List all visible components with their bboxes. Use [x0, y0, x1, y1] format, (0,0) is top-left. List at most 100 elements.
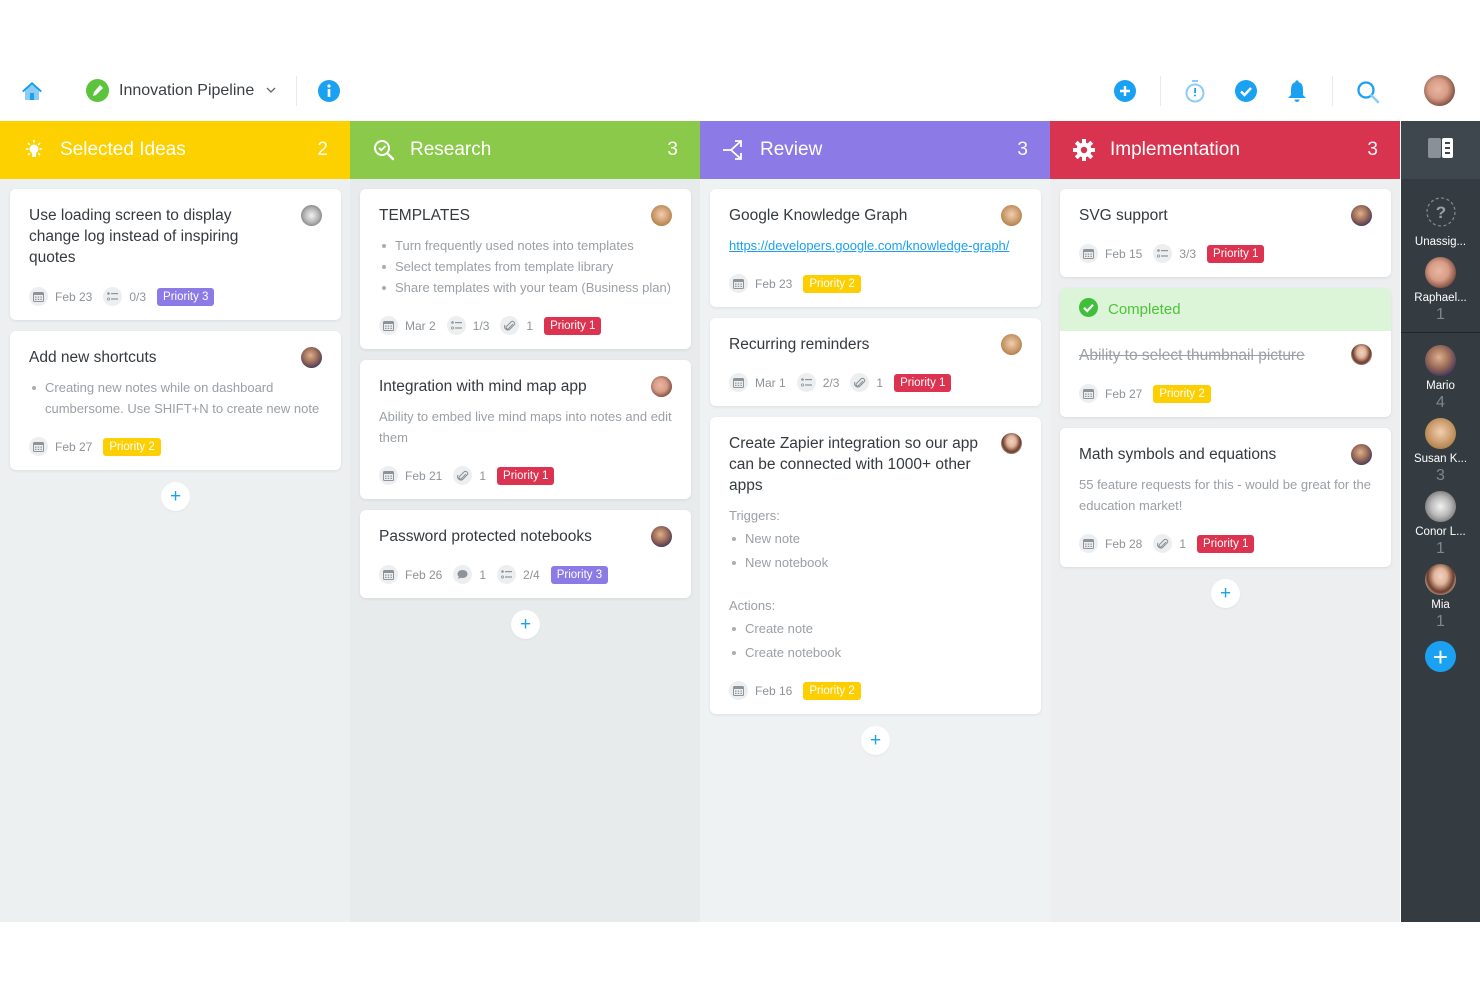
assignee-avatar[interactable] — [651, 376, 672, 397]
assignee-avatar[interactable] — [1001, 334, 1022, 355]
assignee-avatar[interactable] — [1351, 344, 1372, 365]
card[interactable]: Create Zapier integration so our app can… — [710, 417, 1041, 714]
assignee-avatar[interactable] — [301, 205, 322, 226]
member-mario[interactable]: Mario 4 — [1401, 345, 1480, 412]
checklist-icon — [796, 373, 816, 392]
check-icon[interactable] — [1235, 80, 1257, 102]
card[interactable]: Integration with mind map app Ability to… — [360, 360, 691, 499]
card-title: Password protected notebooks — [379, 528, 592, 545]
attachment-icon — [850, 373, 870, 392]
add-card-button[interactable]: + — [511, 610, 540, 639]
checklist-progress: 2/3 — [822, 375, 840, 390]
column-title: Implementation — [1110, 139, 1240, 160]
attachment-count: 1 — [1179, 536, 1187, 551]
add-icon[interactable] — [1114, 80, 1136, 102]
priority-badge: Priority 2 — [1153, 384, 1211, 403]
column-header[interactable]: Review 3 — [700, 121, 1050, 179]
assignee-avatar[interactable] — [1351, 205, 1372, 226]
merge-arrows-icon — [722, 138, 746, 162]
member-name: Susan K... — [1413, 453, 1468, 465]
checklist-icon — [103, 287, 123, 306]
card-bullet: Create note — [729, 618, 1022, 639]
toggle-sidebar-button[interactable] — [1401, 121, 1480, 179]
home-icon[interactable] — [20, 80, 43, 102]
member-conor[interactable]: Conor L... 1 — [1401, 491, 1480, 558]
completed-label: Completed — [1108, 301, 1181, 318]
column-header[interactable]: Selected Ideas 2 — [0, 121, 350, 179]
timer-icon[interactable] — [1184, 79, 1206, 103]
column-title: Selected Ideas — [60, 139, 186, 160]
priority-badge: Priority 1 — [544, 316, 602, 335]
user-avatar[interactable] — [1424, 75, 1455, 106]
member-name: Conor L... — [1415, 526, 1466, 538]
card-link[interactable]: https://developers.google.com/knowledge-… — [729, 238, 1009, 253]
bell-icon[interactable] — [1286, 79, 1308, 103]
attachment-icon — [1153, 534, 1173, 553]
column-title: Research — [410, 139, 492, 160]
card-completed[interactable]: Completed Ability to select thumbnail pi… — [1060, 288, 1391, 417]
column-count: 3 — [1367, 139, 1378, 160]
card[interactable]: Google Knowledge Graph https://developer… — [710, 189, 1041, 307]
assignee-avatar[interactable] — [651, 526, 672, 547]
due-date: Feb 16 — [755, 683, 793, 698]
card-title: Add new shortcuts — [29, 349, 157, 366]
info-icon[interactable] — [318, 80, 340, 102]
board-name: Innovation Pipeline — [119, 81, 255, 99]
assignee-avatar[interactable] — [301, 347, 322, 368]
member-raphael[interactable]: Raphael... 1 — [1401, 257, 1480, 324]
calendar-icon — [729, 373, 748, 392]
checklist-progress: 0/3 — [129, 289, 147, 304]
calendar-icon — [1079, 244, 1098, 263]
attachment-count: 1 — [479, 468, 487, 483]
card-title: Use loading screen to display change log… — [29, 207, 239, 266]
board-selector[interactable]: Innovation Pipeline — [86, 79, 276, 102]
card[interactable]: Math symbols and equations 55 feature re… — [1060, 428, 1391, 567]
priority-badge: Priority 2 — [803, 681, 861, 700]
calendar-icon — [379, 316, 398, 335]
search-icon[interactable] — [1356, 80, 1380, 104]
add-card-button[interactable]: + — [1211, 579, 1240, 608]
calendar-icon — [1079, 384, 1098, 403]
card-title: Math symbols and equations — [1079, 446, 1277, 463]
card[interactable]: Add new shortcuts Creating new notes whi… — [10, 331, 341, 470]
add-card-button[interactable]: + — [861, 726, 890, 755]
member-mia[interactable]: Mia 1 — [1401, 564, 1480, 631]
sidebar-toggle-icon — [1428, 137, 1453, 163]
card[interactable]: Use loading screen to display change log… — [10, 189, 341, 320]
column-header[interactable]: Implementation 3 — [1050, 121, 1400, 179]
member-count: 4 — [1436, 394, 1445, 411]
assignee-avatar[interactable] — [1001, 433, 1022, 454]
column-title: Review — [760, 139, 823, 160]
calendar-icon — [29, 437, 48, 456]
add-member-button[interactable]: + — [1425, 641, 1456, 672]
card[interactable]: Password protected notebooks Feb 26 1 2/… — [360, 510, 691, 598]
card-title: TEMPLATES — [379, 207, 471, 224]
column-count: 2 — [317, 139, 328, 160]
member-unassigned[interactable]: ? Unassig... — [1401, 197, 1480, 248]
priority-badge: Priority 1 — [1197, 534, 1255, 553]
attachment-count: 1 — [876, 375, 884, 390]
member-susan[interactable]: Susan K... 3 — [1401, 418, 1480, 485]
card-bullet: New note — [729, 528, 1022, 549]
checklist-icon — [446, 316, 466, 335]
card-bullet: Select templates from template library — [379, 256, 672, 277]
search-check-icon — [372, 138, 396, 162]
card-title: Integration with mind map app — [379, 378, 587, 395]
column-research: Research 3 TEMPLATES Turn frequently use… — [350, 121, 700, 922]
card-description: 55 feature requests for this - would be … — [1079, 477, 1371, 513]
calendar-icon — [379, 466, 398, 485]
member-avatar — [1425, 345, 1456, 376]
priority-badge: Priority 1 — [497, 466, 555, 485]
column-header[interactable]: Research 3 — [350, 121, 700, 179]
member-avatar — [1425, 491, 1456, 522]
card[interactable]: TEMPLATES Turn frequently used notes int… — [360, 189, 691, 349]
card[interactable]: SVG support Feb 15 3/3 Priority 1 — [1060, 189, 1391, 277]
add-card-button[interactable]: + — [161, 482, 190, 511]
assignee-avatar[interactable] — [651, 205, 672, 226]
column-review: Review 3 Google Knowledge Graph https://… — [700, 121, 1050, 922]
due-date: Feb 23 — [55, 289, 93, 304]
assignee-avatar[interactable] — [1001, 205, 1022, 226]
actions-label: Actions: — [729, 598, 776, 613]
assignee-avatar[interactable] — [1351, 444, 1372, 465]
card[interactable]: Recurring reminders Mar 1 2/3 1 Priority… — [710, 318, 1041, 406]
